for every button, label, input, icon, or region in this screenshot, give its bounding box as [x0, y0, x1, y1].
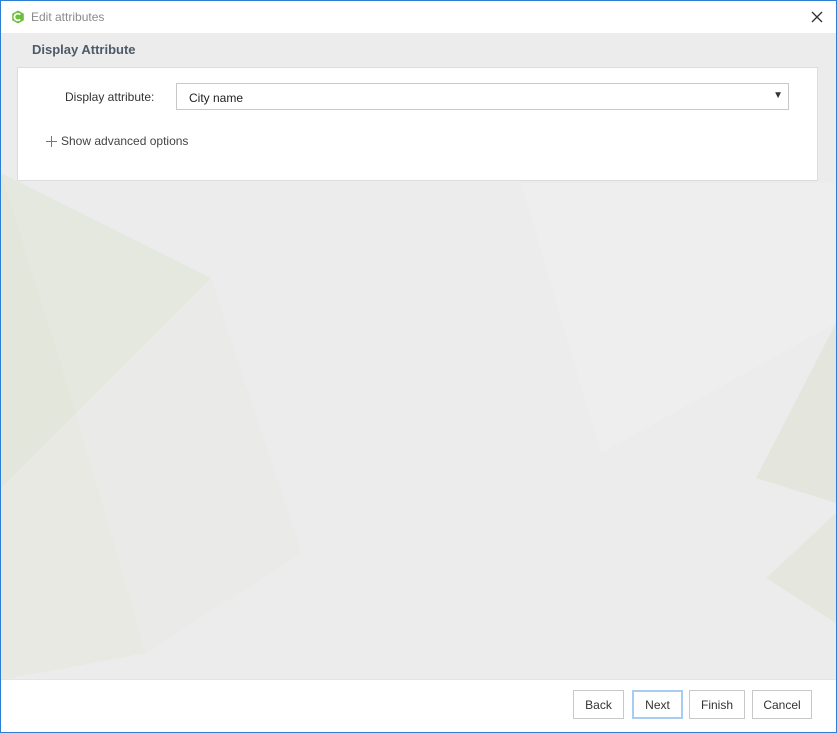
window-title: Edit attributes — [31, 10, 105, 24]
display-attribute-select[interactable]: City name ▼ — [176, 83, 789, 110]
show-advanced-options-label: Show advanced options — [61, 134, 189, 148]
edit-attributes-dialog: Edit attributes Display Attribute Displa… — [0, 0, 837, 733]
title-bar: Edit attributes — [1, 1, 836, 33]
back-button[interactable]: Back — [573, 690, 624, 719]
chevron-down-icon: ▼ — [773, 90, 783, 101]
section-title: Display Attribute — [32, 42, 136, 57]
show-advanced-options-toggle[interactable]: Show advanced options — [46, 134, 188, 148]
app-logo-icon — [12, 10, 24, 24]
cancel-button[interactable]: Cancel — [752, 690, 812, 719]
close-icon[interactable] — [806, 6, 828, 28]
display-attribute-value: City name — [189, 91, 244, 105]
display-attribute-label: Display attribute: — [65, 90, 155, 104]
finish-button[interactable]: Finish — [689, 690, 745, 719]
dialog-footer: Back Next Finish Cancel — [1, 679, 836, 732]
plus-icon — [46, 135, 57, 147]
options-panel: Display attribute: City name ▼ Show adva… — [17, 67, 818, 181]
next-button[interactable]: Next — [632, 690, 683, 719]
dialog-body: Display Attribute Display attribute: Cit… — [1, 33, 836, 680]
